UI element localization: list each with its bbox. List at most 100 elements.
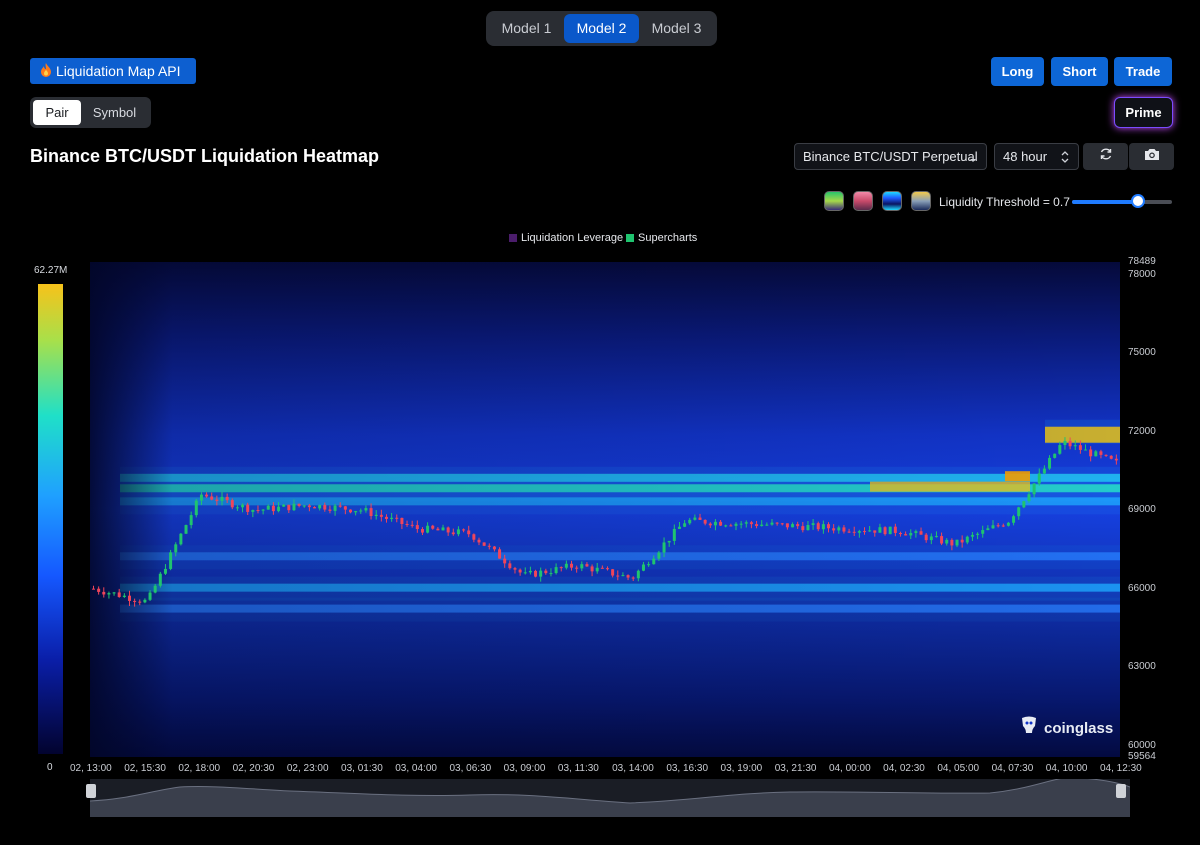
candle-body	[395, 517, 399, 519]
candle-body	[292, 503, 296, 511]
y-axis-tick: 78000	[1128, 268, 1156, 280]
x-axis-tick: 03, 01:30	[341, 763, 383, 774]
x-axis-tick: 04, 10:00	[1045, 763, 1088, 774]
candle-body	[852, 531, 856, 533]
candle-body	[724, 525, 728, 527]
candle-body	[122, 595, 126, 597]
candle-body	[801, 526, 805, 531]
x-axis-tick: 04, 12:30	[1100, 763, 1142, 774]
candle-body	[359, 510, 363, 512]
candle-body	[472, 534, 476, 540]
candle-body	[97, 588, 101, 592]
x-axis-tick: 02, 18:00	[178, 763, 221, 774]
candle-body	[323, 505, 327, 510]
candle-body	[1001, 525, 1005, 527]
candle-body	[1032, 483, 1036, 495]
candle-body	[683, 523, 687, 527]
candle-body	[508, 563, 512, 569]
candle-body	[991, 525, 995, 529]
candle-body	[215, 499, 219, 501]
candle-body	[636, 570, 640, 579]
candle-body	[313, 507, 317, 509]
candle-body	[539, 570, 543, 577]
navigator-right-handle[interactable]	[1116, 784, 1126, 798]
candle-body	[981, 530, 985, 534]
candle-body	[755, 524, 759, 527]
candle-body	[919, 531, 923, 535]
candle-body	[806, 525, 810, 531]
candle-body	[518, 569, 522, 573]
x-axis-tick: 04, 02:30	[883, 763, 925, 774]
candle-body	[451, 532, 455, 535]
candle-body	[184, 525, 188, 534]
candle-body	[590, 566, 594, 572]
candle-body	[816, 523, 820, 530]
candle-body	[770, 522, 774, 525]
candle-body	[446, 527, 450, 533]
candle-body	[626, 575, 630, 578]
candle-body	[1063, 440, 1067, 446]
candle-body	[976, 533, 980, 535]
candle-body	[282, 504, 286, 507]
candle-body	[133, 600, 137, 602]
candle-body	[1042, 468, 1046, 474]
candle-body	[1048, 457, 1052, 469]
candle-body	[693, 517, 697, 520]
candle-body	[708, 523, 712, 526]
y-axis-bottom-label: 59564	[1128, 751, 1156, 762]
candle-body	[657, 552, 661, 559]
candle-body	[1089, 449, 1093, 457]
candle-body	[400, 517, 404, 525]
candle-body	[924, 534, 928, 541]
candle-body	[287, 504, 291, 511]
candle-body	[405, 524, 409, 526]
candle-body	[955, 539, 959, 546]
candle-body	[436, 528, 440, 531]
candle-body	[904, 534, 908, 536]
candle-body	[426, 525, 430, 533]
candle-body	[621, 575, 625, 577]
candle-body	[760, 524, 764, 527]
candle-body	[729, 525, 733, 527]
candle-body	[467, 530, 471, 535]
candle-body	[544, 570, 548, 574]
candle-body	[189, 515, 193, 526]
navigator-left-handle[interactable]	[86, 784, 96, 798]
candle-body	[703, 519, 707, 524]
candle-body	[307, 505, 311, 508]
x-axis-tick: 03, 11:30	[557, 763, 599, 774]
x-axis-tick: 04, 00:00	[828, 763, 871, 774]
candle-body	[662, 542, 666, 553]
candle-body	[719, 521, 723, 526]
candle-body	[611, 569, 615, 576]
candle-body	[570, 563, 574, 568]
candle-body	[791, 524, 795, 528]
candle-body	[873, 530, 877, 533]
candle-body	[868, 530, 872, 532]
candle-body	[631, 577, 635, 579]
candle-body	[888, 526, 892, 535]
candle-body	[492, 546, 496, 550]
candle-body	[92, 588, 95, 590]
candle-body	[744, 522, 748, 524]
time-range-navigator[interactable]	[90, 779, 1130, 817]
candle-body	[940, 536, 944, 544]
candle-body	[369, 508, 373, 517]
candle-body	[1073, 445, 1077, 447]
candle-body	[965, 536, 969, 543]
candle-body	[893, 526, 897, 533]
y-axis-tick: 72000	[1128, 425, 1156, 437]
candle-body	[117, 592, 121, 597]
candle-body	[1084, 449, 1088, 451]
candle-body	[1068, 440, 1072, 447]
candle-body	[256, 510, 260, 512]
candle-body	[688, 519, 692, 524]
candle-body	[785, 523, 789, 528]
candle-body	[580, 564, 584, 569]
x-axis-tick: 02, 20:30	[232, 763, 275, 774]
y-axis-tick: 60000	[1128, 739, 1156, 751]
x-axis-tick: 03, 14:00	[612, 763, 654, 774]
candle-body	[153, 585, 157, 593]
candle-body	[857, 531, 861, 533]
candle-body	[713, 521, 717, 526]
